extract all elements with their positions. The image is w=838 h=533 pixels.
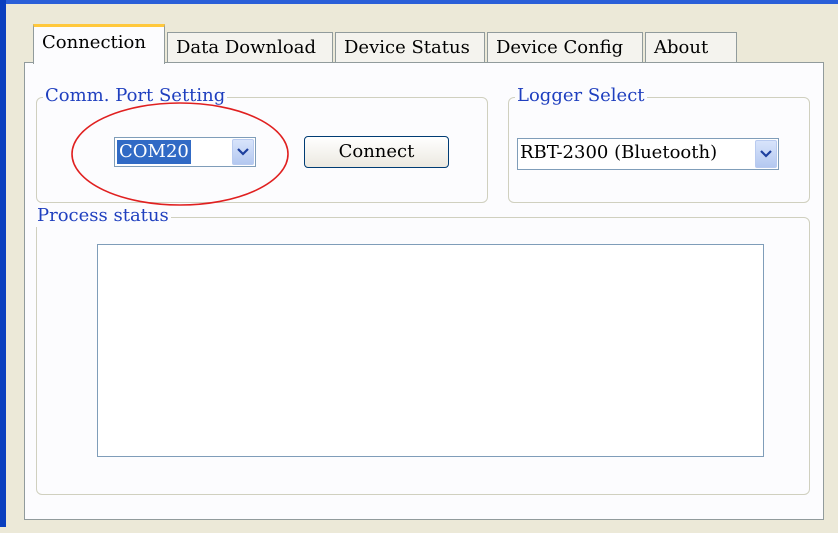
tab-data-download[interactable]: Data Download bbox=[167, 32, 333, 62]
logger-select-label: Logger Select bbox=[515, 85, 647, 107]
window-top-border bbox=[0, 0, 838, 4]
comm-port-setting-label: Comm. Port Setting bbox=[43, 85, 228, 107]
tab-about[interactable]: About bbox=[645, 32, 737, 62]
logger-value: RBT-2300 (Bluetooth) bbox=[520, 142, 718, 163]
tab-label: Data Download bbox=[176, 37, 316, 58]
tab-label: Connection bbox=[42, 32, 146, 53]
window-bottom-border bbox=[0, 527, 838, 533]
tab-connection[interactable]: Connection bbox=[33, 24, 165, 64]
tab-label: About bbox=[654, 37, 709, 58]
tab-device-config[interactable]: Device Config bbox=[487, 32, 643, 62]
com-port-select[interactable]: COM20 bbox=[114, 137, 256, 167]
chevron-down-icon[interactable] bbox=[755, 140, 777, 168]
process-status-label: Process status bbox=[35, 205, 171, 227]
tab-device-status[interactable]: Device Status bbox=[335, 32, 485, 62]
logger-select[interactable]: RBT-2300 (Bluetooth) bbox=[517, 138, 779, 170]
process-status-textarea[interactable] bbox=[97, 244, 764, 457]
app-window: Connection Data Download Device Status D… bbox=[0, 0, 838, 533]
connect-button[interactable]: Connect bbox=[304, 136, 449, 168]
tab-label: Device Config bbox=[496, 37, 624, 58]
com-port-value: COM20 bbox=[117, 140, 191, 164]
chevron-down-icon[interactable] bbox=[232, 139, 254, 165]
window-left-border bbox=[0, 0, 6, 533]
tab-label: Device Status bbox=[344, 37, 470, 58]
